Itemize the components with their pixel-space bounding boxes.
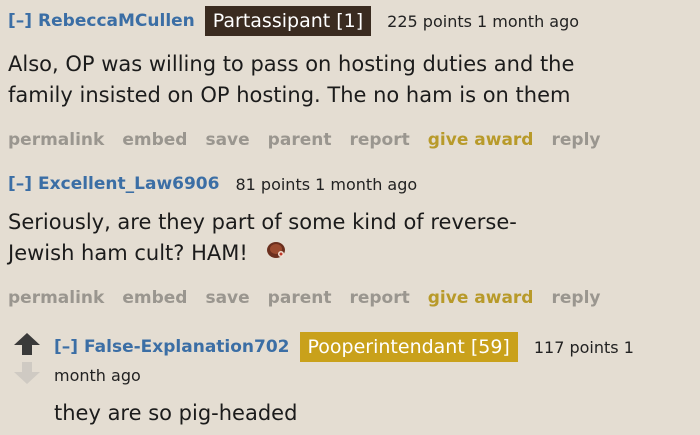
comment-buttons: permalink embed save parent report give … bbox=[8, 130, 600, 150]
score-time-continued: month ago bbox=[54, 366, 141, 385]
collapse-toggle[interactable]: [–] bbox=[54, 337, 78, 357]
save-button[interactable]: save bbox=[205, 288, 249, 308]
parent-button[interactable]: parent bbox=[268, 130, 332, 150]
comment-body-line: Also, OP was willing to pass on hosting … bbox=[8, 52, 575, 76]
give-award-button[interactable]: give award bbox=[428, 130, 534, 150]
comment-body-line: they are so pig-headed bbox=[54, 401, 298, 425]
author-link[interactable]: Excellent_Law6906 bbox=[38, 174, 219, 194]
give-award-button[interactable]: give award bbox=[428, 288, 534, 308]
comment-buttons: permalink embed save parent report give … bbox=[8, 288, 600, 308]
parent-button[interactable]: parent bbox=[268, 288, 332, 308]
save-button[interactable]: save bbox=[205, 130, 249, 150]
comment-body-line-with-emoji: Jewish ham cult? HAM! bbox=[8, 238, 517, 270]
comment-tagline: [–] RebeccaMCullen Partassipant [1] 225 … bbox=[8, 6, 579, 36]
embed-button[interactable]: embed bbox=[122, 130, 187, 150]
author-link[interactable]: RebeccaMCullen bbox=[38, 11, 195, 31]
comment-body-text: Jewish ham cult? HAM! bbox=[8, 241, 248, 265]
downvote-arrow-icon[interactable] bbox=[14, 362, 40, 388]
embed-button[interactable]: embed bbox=[122, 288, 187, 308]
report-button[interactable]: report bbox=[349, 288, 409, 308]
ham-emoji-icon bbox=[265, 239, 287, 270]
collapse-toggle[interactable]: [–] bbox=[8, 11, 32, 31]
permalink-button[interactable]: permalink bbox=[8, 288, 104, 308]
upvote-arrow-icon[interactable] bbox=[14, 333, 40, 359]
comment-tagline: [–] False-Explanation702 Pooperintendant… bbox=[54, 332, 634, 362]
comment-body-line: family insisted on OP hosting. The no ha… bbox=[8, 83, 571, 107]
comment-body: they are so pig-headed bbox=[54, 398, 297, 429]
score-time: 81 points 1 month ago bbox=[235, 174, 418, 194]
reply-button[interactable]: reply bbox=[551, 288, 600, 308]
user-flair: Pooperintendant [59] bbox=[299, 332, 518, 362]
comment-body: Seriously, are they part of some kind of… bbox=[8, 207, 517, 270]
collapse-toggle[interactable]: [–] bbox=[8, 174, 32, 194]
comment-body: Also, OP was willing to pass on hosting … bbox=[8, 49, 574, 111]
reply-button[interactable]: reply bbox=[551, 130, 600, 150]
comment-tagline: [–] Excellent_Law6906 81 points 1 month … bbox=[8, 174, 417, 194]
score-time: 225 points 1 month ago bbox=[387, 11, 580, 31]
permalink-button[interactable]: permalink bbox=[8, 130, 104, 150]
user-flair: Partassipant [1] bbox=[204, 6, 372, 36]
score-time: 117 points 1 bbox=[533, 337, 634, 357]
comment-body-line: Seriously, are they part of some kind of… bbox=[8, 210, 517, 234]
report-button[interactable]: report bbox=[349, 130, 409, 150]
author-link[interactable]: False-Explanation702 bbox=[84, 337, 289, 357]
